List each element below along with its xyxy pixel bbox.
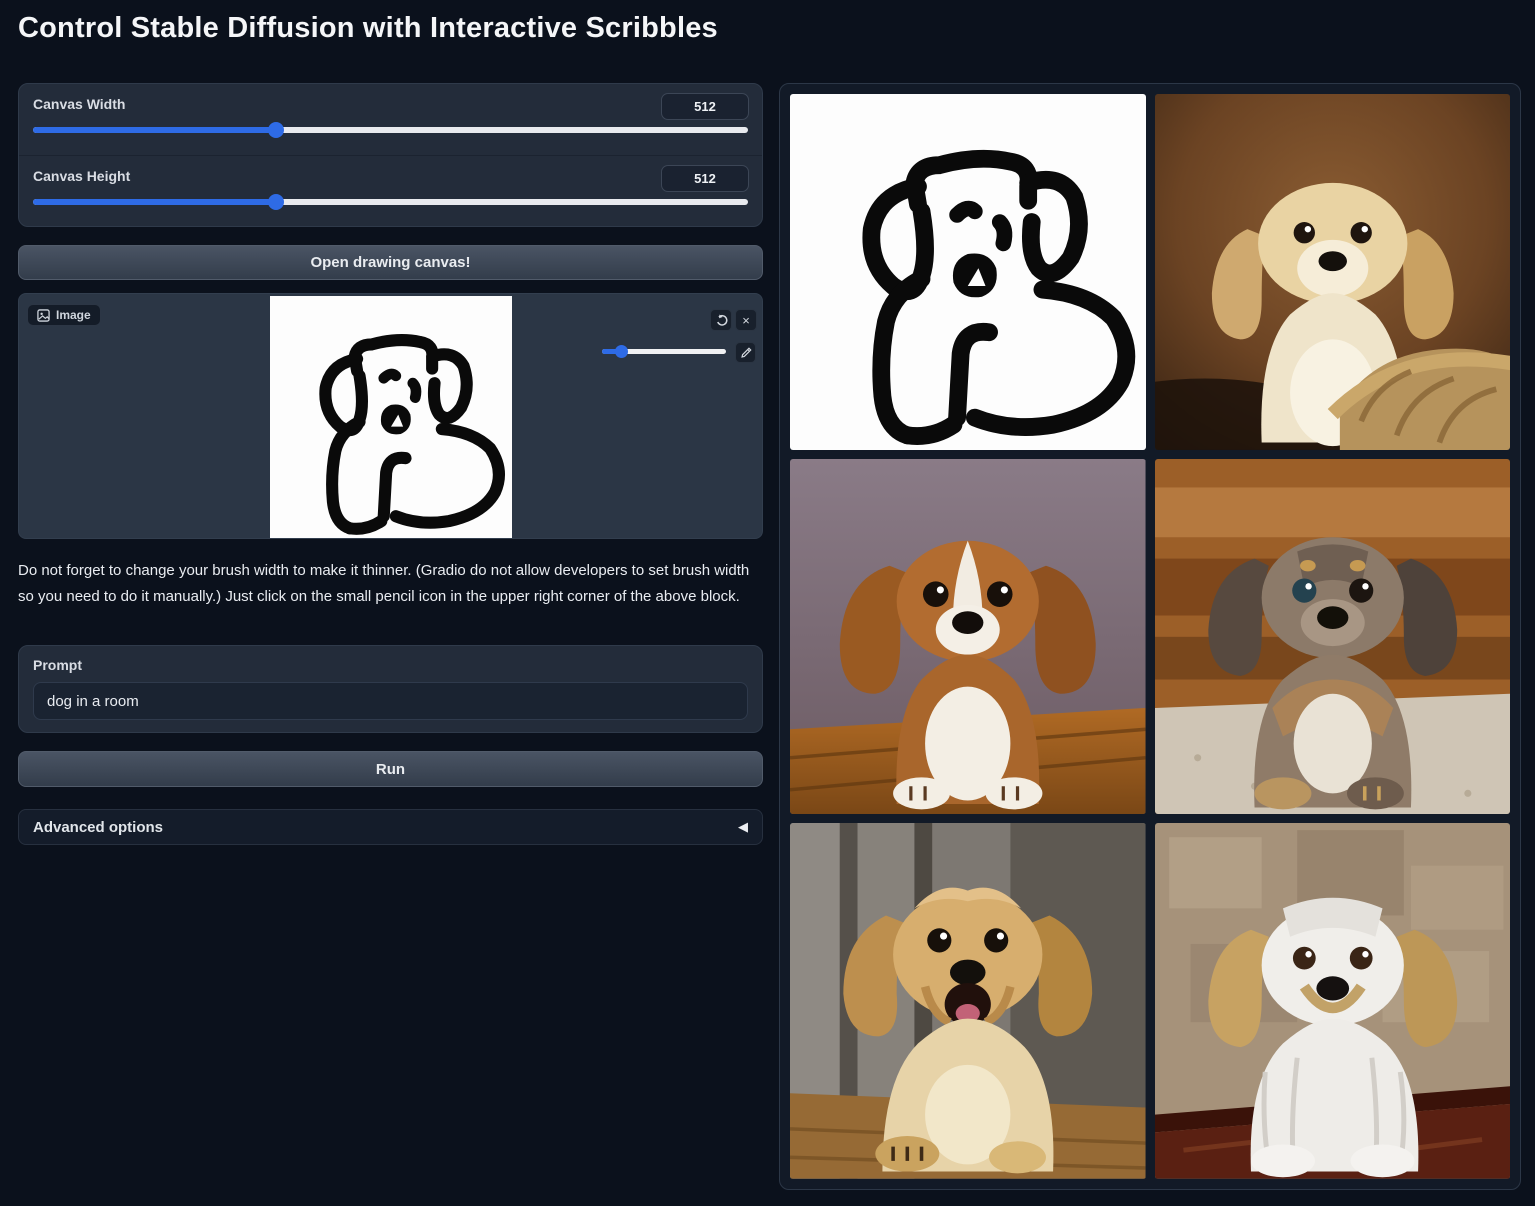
gallery-scribble-image [790,94,1146,450]
page-title: Control Stable Diffusion with Interactiv… [18,12,718,45]
generated-dog-image [1155,823,1511,1179]
gallery-item-scribble[interactable] [790,94,1146,450]
slider-fill [33,199,276,205]
gallery-item-photo[interactable] [1155,94,1511,450]
slider-thumb[interactable] [268,122,284,138]
canvas-height-input[interactable] [661,165,749,192]
advanced-options-accordion[interactable]: Advanced options ◀ [18,809,763,845]
image-type-badge: Image [27,304,101,326]
gallery-item-photo[interactable] [790,823,1146,1179]
output-gallery [779,83,1521,1190]
pencil-icon[interactable] [735,342,756,363]
image-badge-label: Image [56,308,91,322]
close-icon[interactable]: × [735,309,757,331]
brush-size-slider[interactable] [602,349,726,354]
slider-thumb[interactable] [268,194,284,210]
drawing-canvas[interactable] [270,296,512,538]
canvas-height-row: Canvas Height [19,155,762,226]
instruction-text: Do not forget to change your brush width… [18,558,763,610]
app-window: Control Stable Diffusion with Interactiv… [0,0,1535,1206]
controls-column: Control Stable Diffusion with Interactiv… [18,0,763,1206]
canvas-size-panel: Canvas Width Canvas Height [18,83,763,227]
image-editor-block: Image × [18,293,763,539]
undo-arrow-icon [715,314,728,327]
prompt-panel: Prompt [18,645,763,733]
dog-scribble-drawing [270,296,512,538]
canvas-width-label: Canvas Width [33,96,125,112]
run-button[interactable]: Run [18,751,763,787]
slider-thumb[interactable] [615,345,628,358]
generated-dog-image [1155,94,1511,450]
gallery-item-photo[interactable] [790,459,1146,815]
generated-dog-image [790,459,1146,815]
canvas-width-input[interactable] [661,93,749,120]
generated-dog-image [790,823,1146,1179]
slider-fill [33,127,276,133]
generated-dog-image [1155,459,1511,815]
gallery-item-photo[interactable] [1155,459,1511,815]
canvas-height-label: Canvas Height [33,168,130,184]
canvas-width-slider[interactable] [33,127,748,133]
pencil-glyph [740,347,752,359]
accordion-collapse-icon: ◀ [738,819,748,835]
prompt-input[interactable] [33,682,748,720]
canvas-width-row: Canvas Width [19,84,762,155]
gallery-item-photo[interactable] [1155,823,1511,1179]
prompt-label: Prompt [33,657,748,673]
advanced-options-label: Advanced options [33,819,163,836]
canvas-height-slider[interactable] [33,199,748,205]
open-canvas-button[interactable]: Open drawing canvas! [18,245,763,280]
picture-icon [37,309,50,322]
undo-button[interactable] [710,309,732,331]
